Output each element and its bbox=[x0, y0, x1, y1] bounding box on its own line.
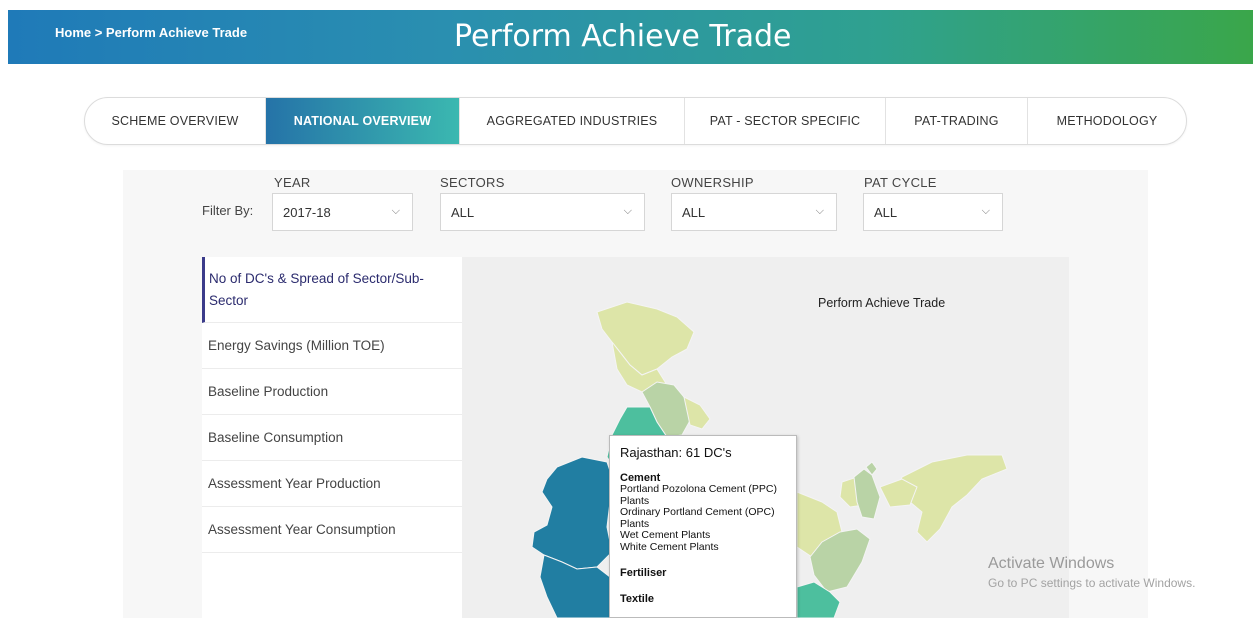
tab-aggregated-industries[interactable]: AGGREGATED INDUSTRIES bbox=[460, 98, 685, 144]
metric-energy-savings[interactable]: Energy Savings (Million TOE) bbox=[202, 323, 462, 369]
sectors-value: ALL bbox=[451, 204, 475, 220]
tooltip-subsector: Ordinary Portland Cement (OPC) Plants bbox=[620, 506, 775, 530]
tab-pat-sector-specific[interactable]: PAT - SECTOR SPECIFIC bbox=[685, 98, 886, 144]
metric-dcs-spread[interactable]: No of DC's & Spread of Sector/Sub-Sector bbox=[202, 257, 462, 323]
tooltip-title: Rajasthan: 61 DC's bbox=[620, 445, 732, 460]
pat-cycle-select[interactable]: ALL ⌵ bbox=[863, 193, 1003, 231]
metric-assessment-production[interactable]: Assessment Year Production bbox=[202, 461, 462, 507]
nav-tabs: SCHEME OVERVIEW NATIONAL OVERVIEW AGGREG… bbox=[84, 97, 1187, 145]
map-tooltip: Rajasthan: 61 DC's Cement Portland Pozol… bbox=[609, 435, 797, 618]
metric-assessment-consumption[interactable]: Assessment Year Consumption bbox=[202, 507, 462, 553]
year-select[interactable]: 2017-18 ⌵ bbox=[272, 193, 413, 231]
tab-pat-trading[interactable]: PAT-TRADING bbox=[886, 98, 1028, 144]
sectors-select[interactable]: ALL ⌵ bbox=[440, 193, 645, 231]
metric-baseline-production[interactable]: Baseline Production bbox=[202, 369, 462, 415]
year-label: YEAR bbox=[274, 175, 311, 190]
pat-cycle-value: ALL bbox=[874, 204, 898, 220]
chevron-down-icon: ⌵ bbox=[815, 205, 824, 217]
state-west-bengal[interactable] bbox=[853, 468, 881, 520]
metric-menu: No of DC's & Spread of Sector/Sub-Sector… bbox=[202, 257, 462, 618]
map-title: Perform Achieve Trade bbox=[818, 296, 946, 310]
activate-windows-subtitle: Go to PC settings to activate Windows. bbox=[988, 576, 1196, 590]
tab-methodology[interactable]: METHODOLOGY bbox=[1028, 98, 1186, 144]
activate-windows-title: Activate Windows bbox=[988, 555, 1115, 572]
chevron-down-icon: ⌵ bbox=[391, 205, 400, 217]
tab-scheme-overview[interactable]: SCHEME OVERVIEW bbox=[85, 98, 266, 144]
tooltip-sector: Fertiliser bbox=[620, 567, 667, 579]
metric-baseline-consumption[interactable]: Baseline Consumption bbox=[202, 415, 462, 461]
page-header: Home > Perform Achieve Trade Perform Ach… bbox=[8, 10, 1253, 64]
tab-national-overview[interactable]: NATIONAL OVERVIEW bbox=[266, 98, 460, 144]
state-gujarat[interactable] bbox=[531, 456, 613, 570]
filter-by-label: Filter By: bbox=[202, 203, 254, 218]
tooltip-subsector: White Cement Plants bbox=[620, 540, 719, 553]
tooltip-subsector: Portland Pozolona Cement (PPC) Plants bbox=[620, 483, 777, 507]
chevron-down-icon: ⌵ bbox=[981, 205, 990, 217]
pat-cycle-label: PAT CYCLE bbox=[864, 175, 937, 190]
state-jammu-kashmir[interactable] bbox=[596, 301, 695, 376]
ownership-value: ALL bbox=[682, 204, 706, 220]
ownership-select[interactable]: ALL ⌵ bbox=[671, 193, 837, 231]
page-title: Perform Achieve Trade bbox=[454, 19, 792, 54]
tooltip-subsector: Wet Cement Plants bbox=[620, 529, 711, 541]
breadcrumb[interactable]: Home > Perform Achieve Trade bbox=[55, 25, 247, 40]
year-value: 2017-18 bbox=[283, 204, 331, 220]
ownership-label: OWNERSHIP bbox=[671, 175, 754, 190]
chevron-down-icon: ⌵ bbox=[623, 205, 632, 217]
sectors-label: SECTORS bbox=[440, 175, 505, 190]
tooltip-sector: Textile bbox=[620, 593, 655, 605]
